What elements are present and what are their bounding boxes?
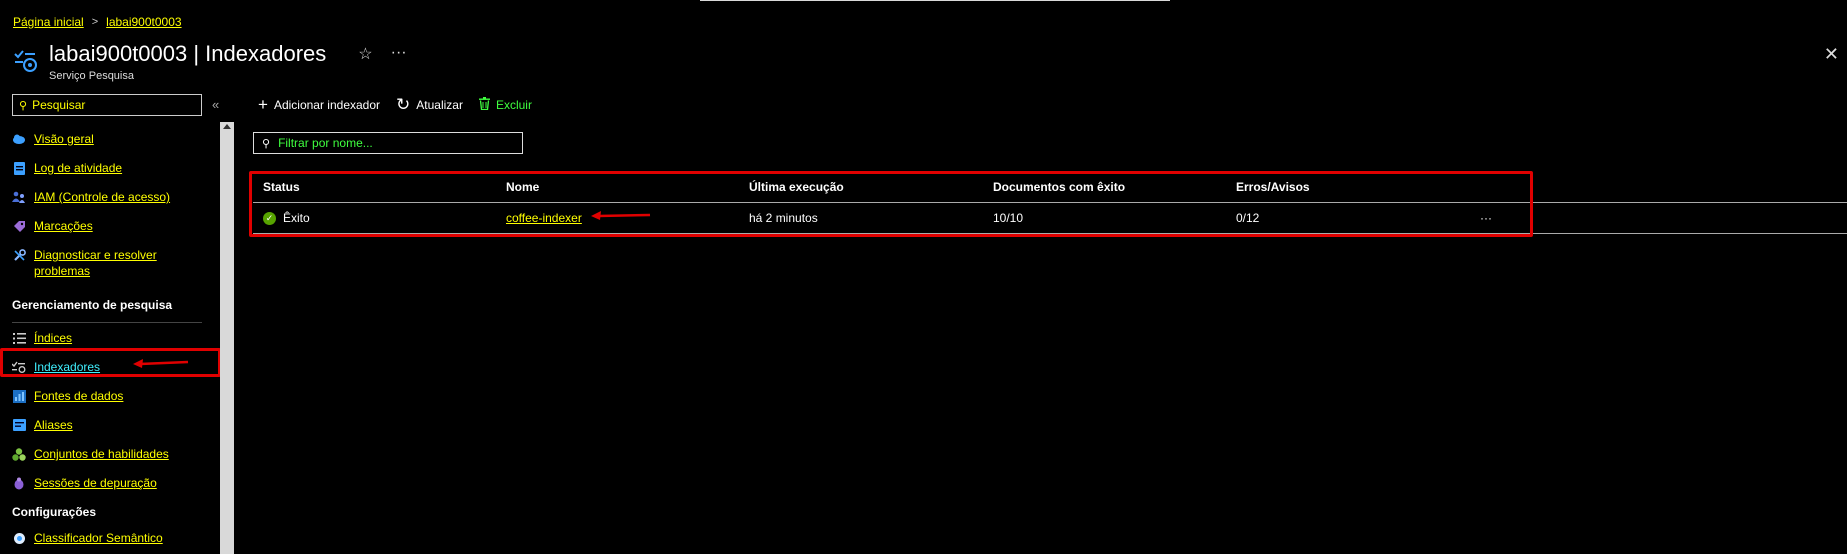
sidebar-item-skillsets[interactable]: Conjuntos de habilidades (12, 441, 212, 470)
sidebar-item-label[interactable]: Diagnosticar e resolver problemas (34, 247, 212, 279)
refresh-icon: ↻ (396, 95, 411, 114)
sidebar-search[interactable]: ⚲ (12, 94, 202, 116)
page-title: labai900t0003 | Indexadores (49, 41, 327, 66)
sidebar-item-overview[interactable]: Visão geral (12, 126, 212, 155)
sidebar-item-aliases[interactable]: Aliases (12, 412, 212, 441)
filter-input[interactable] (278, 136, 509, 150)
sidebar-item-semantic-ranker[interactable]: Classificador Semântico (12, 525, 212, 554)
plus-icon: + (258, 95, 268, 114)
list-icon (12, 331, 26, 345)
skillset-icon (12, 447, 26, 461)
sidebar-item-tags[interactable]: Marcações (12, 213, 212, 242)
sidebar-item-label[interactable]: Conjuntos de habilidades (34, 446, 169, 462)
debug-icon (12, 476, 26, 490)
search-service-indexer-icon (14, 50, 37, 72)
sidebar-item-label[interactable]: IAM (Controle de acesso) (34, 189, 170, 205)
refresh-button[interactable]: ↻ Atualizar (396, 95, 463, 114)
breadcrumb-resource[interactable]: labai900t0003 (106, 15, 181, 29)
sidebar-scrollbar[interactable] (220, 122, 234, 554)
alias-icon (12, 418, 26, 432)
sidebar-item-label[interactable]: Aliases (34, 417, 73, 433)
section-divider (12, 322, 202, 323)
datasource-icon (12, 389, 26, 403)
search-icon: ⚲ (19, 99, 28, 112)
annotation-highlight-table (249, 171, 1533, 237)
sidebar-item-data-sources[interactable]: Fontes de dados (12, 383, 212, 412)
cloud-icon (12, 132, 26, 146)
breadcrumb-separator: > (91, 16, 99, 28)
tag-icon (12, 219, 26, 233)
sidebar-item-label[interactable]: Visão geral (34, 131, 94, 147)
sidebar-item-label[interactable]: Sessões de depuração (34, 475, 157, 491)
add-indexer-button[interactable]: + Adicionar indexador (258, 95, 381, 114)
sidebar-item-debug-sessions[interactable]: Sessões de depuração (12, 470, 212, 499)
section-configurations: Configurações (12, 505, 97, 519)
sidebar-item-label[interactable]: Fontes de dados (34, 388, 123, 404)
command-bar: + Adicionar indexador ↻ Atualizar Exclui… (258, 95, 532, 114)
close-icon[interactable]: ✕ (1824, 44, 1839, 65)
sidebar-item-label[interactable]: Classificador Semântico (34, 530, 163, 546)
top-edge-line (700, 0, 1170, 1)
people-icon (12, 190, 26, 204)
page-subtitle: Serviço Pesquisa (49, 70, 134, 82)
search-icon: ⚲ (262, 137, 271, 150)
sidebar-item-iam[interactable]: IAM (Controle de acesso) (12, 184, 212, 213)
sidebar-item-label[interactable]: Log de atividade (34, 160, 122, 176)
breadcrumb: Página inicial > labai900t0003 (13, 15, 182, 29)
filter-by-name[interactable]: ⚲ (253, 132, 523, 154)
breadcrumb-home[interactable]: Página inicial (13, 15, 84, 29)
collapse-sidebar-icon[interactable]: « (212, 97, 219, 112)
sidebar: ⚲ « Visão geral Log de atividade IAM (Co… (12, 94, 220, 554)
sidebar-menu: Visão geral Log de atividade IAM (Contro… (12, 126, 212, 554)
sidebar-item-diagnose[interactable]: Diagnosticar e resolver problemas (12, 242, 212, 294)
page-header: labai900t0003 | Indexadores Serviço Pesq… (13, 40, 407, 82)
annotation-arrow-indexer-row (591, 211, 651, 220)
sidebar-item-label[interactable]: Marcações (34, 218, 93, 234)
favorite-star-icon[interactable]: ☆ (358, 44, 372, 64)
delete-label: Excluir (495, 98, 532, 112)
sidebar-item-activity-log[interactable]: Log de atividade (12, 155, 212, 184)
log-icon (12, 161, 26, 175)
annotation-arrow-indexers (133, 359, 189, 368)
semantic-icon (12, 531, 26, 545)
scroll-up-arrow-icon[interactable] (223, 124, 231, 129)
sidebar-search-input[interactable] (32, 98, 183, 112)
sidebar-item-label[interactable]: Índices (34, 330, 72, 346)
trash-icon (478, 97, 490, 113)
refresh-label: Atualizar (416, 98, 463, 112)
delete-button[interactable]: Excluir (478, 97, 532, 113)
add-indexer-label: Adicionar indexador (273, 98, 381, 112)
wrench-icon (12, 248, 26, 262)
section-search-management: Gerenciamento de pesquisa (12, 298, 173, 312)
more-options-icon[interactable]: ··· (391, 44, 407, 64)
